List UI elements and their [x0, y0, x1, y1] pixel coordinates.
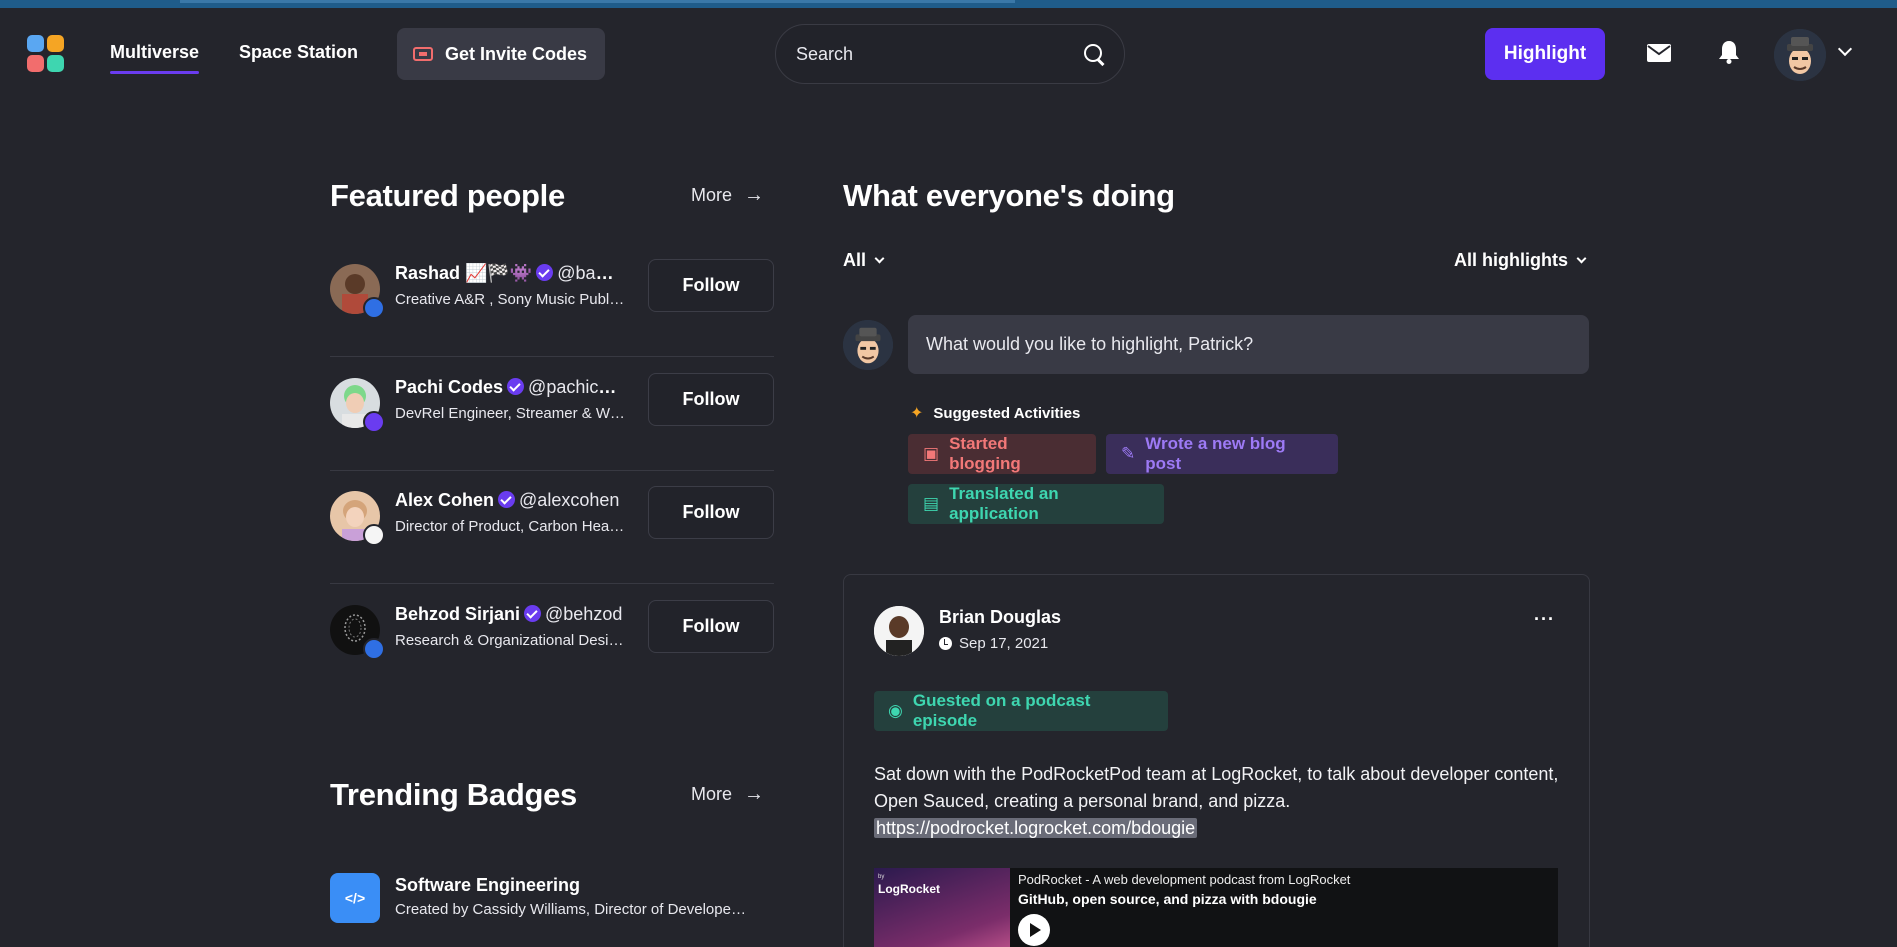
filter-label: All [843, 250, 867, 270]
chip-started-blogging[interactable]: ▣ Started blogging [908, 434, 1096, 474]
palette-badge-icon [363, 524, 385, 546]
filter-label: All highlights [1454, 250, 1568, 270]
trending-more-link[interactable]: More → [691, 783, 764, 806]
pen-icon: ✎ [1121, 444, 1136, 463]
post-link[interactable]: https://podrocket.logrocket.com/bdougie [874, 818, 1198, 838]
featured-people-heading: Featured people [330, 178, 565, 213]
badge-icon [363, 411, 385, 433]
badge-subtitle: Created by Cassidy Williams, Director of… [395, 901, 750, 918]
chevron-down-icon[interactable] [1837, 41, 1853, 57]
ticket-icon [413, 47, 433, 61]
code-badge-icon[interactable]: </> [330, 873, 380, 923]
verified-icon [507, 378, 525, 395]
badge-title[interactable]: Software Engineering [395, 875, 580, 896]
verified-icon [524, 605, 542, 622]
podcast-tag[interactable]: ◉ Guested on a podcast episode [874, 691, 1168, 731]
feed-heading: What everyone's doing [843, 178, 1175, 213]
more-label: More [691, 185, 733, 205]
podcast-artwork: by LogRocket [874, 868, 1010, 947]
person-name[interactable]: Rashad 📈🏁👾@babyrasta [395, 263, 623, 284]
chat-icon: ▤ [923, 494, 940, 513]
sparkle-icon: ✦ [910, 405, 924, 422]
follow-button[interactable]: Follow [648, 600, 774, 653]
embed-episode-title: GitHub, open source, and pizza with bdou… [1018, 891, 1317, 907]
featured-person-card: Alex Cohen @alexcohen Director of Product… [330, 470, 774, 584]
highlight-button[interactable]: Highlight [1485, 28, 1605, 80]
user-avatar[interactable] [1774, 29, 1826, 81]
highlight-compose-input[interactable]: What would you like to highlight, Patric… [908, 315, 1589, 374]
inbox-icon: ▣ [923, 444, 940, 463]
podcast-icon: ◉ [888, 701, 903, 720]
meta-badge-icon [363, 638, 385, 660]
verified-icon [536, 264, 554, 281]
mail-icon[interactable] [1647, 44, 1671, 62]
embed-podcast-title: PodRocket - A web development podcast fr… [1018, 872, 1351, 887]
person-name[interactable]: Behzod Sirjani @behzod [395, 604, 623, 625]
follow-button[interactable]: Follow [648, 373, 774, 426]
author-name[interactable]: Brian Douglas [939, 607, 1061, 628]
search-placeholder: Search [796, 43, 854, 64]
chip-wrote-blog-post[interactable]: ✎ Wrote a new blog post [1106, 434, 1338, 474]
person-name[interactable]: Alex Cohen @alexcohen [395, 490, 623, 511]
person-name[interactable]: Pachi Codes@pachicodes [395, 377, 623, 398]
follow-button[interactable]: Follow [648, 486, 774, 539]
filter-all-dropdown[interactable]: All [843, 250, 885, 271]
clock-icon [939, 637, 952, 650]
post-date: Sep 17, 2021 [939, 635, 1048, 652]
suggested-activities-title: ✦ Suggested Activities [910, 404, 1081, 423]
eye-badge-icon [363, 297, 385, 319]
author-avatar[interactable] [874, 606, 924, 656]
top-navigation: Multiverse Space Station Get Invite Code… [0, 8, 1897, 100]
more-label: More [691, 784, 733, 804]
get-invite-codes-button[interactable]: Get Invite Codes [397, 28, 605, 80]
more-options-icon[interactable]: ··· [1534, 609, 1555, 630]
play-icon[interactable] [1018, 914, 1050, 946]
person-bio: DevRel Engineer, Streamer & Writer [395, 405, 625, 422]
featured-person-card: Rashad 📈🏁👾@babyrasta Creative A&R , Sony… [330, 243, 774, 357]
chevron-down-icon [874, 253, 885, 264]
nav-link-space-station[interactable]: Space Station [239, 42, 358, 63]
search-icon[interactable] [1084, 44, 1104, 64]
filter-highlights-dropdown[interactable]: All highlights [1454, 250, 1587, 271]
featured-person-card: Behzod Sirjani @behzod Research & Organiz… [330, 584, 774, 698]
follow-button[interactable]: Follow [648, 259, 774, 312]
person-bio: Director of Product, Carbon Health [395, 518, 625, 535]
featured-more-link[interactable]: More → [691, 184, 764, 207]
invite-label: Get Invite Codes [445, 43, 588, 64]
trending-badges-heading: Trending Badges [330, 777, 577, 812]
bell-icon[interactable] [1718, 40, 1740, 64]
person-bio: Research & Organizational Design [395, 632, 625, 649]
person-bio: Creative A&R , Sony Music Publishing [395, 291, 625, 308]
highlight-post-card: Brian Douglas Sep 17, 2021 ··· ◉ Guested … [843, 574, 1590, 947]
arrow-right-icon: → [744, 783, 765, 805]
search-input[interactable]: Search [775, 24, 1125, 84]
verified-icon [498, 491, 516, 508]
chip-translated-application[interactable]: ▤ Translated an application [908, 484, 1164, 524]
featured-person-card: Pachi Codes@pachicodes DevRel Engineer, … [330, 357, 774, 471]
podcast-embed[interactable]: by LogRocket PodRocket - A web developme… [874, 868, 1558, 947]
browser-top-strip [0, 0, 1897, 8]
app-logo-icon[interactable] [27, 35, 64, 72]
nav-link-multiverse[interactable]: Multiverse [110, 42, 200, 74]
post-body: Sat down with the PodRocketPod team at L… [874, 764, 1559, 838]
current-user-avatar [843, 320, 893, 370]
chevron-down-icon [1576, 253, 1587, 264]
arrow-right-icon: → [744, 184, 765, 206]
